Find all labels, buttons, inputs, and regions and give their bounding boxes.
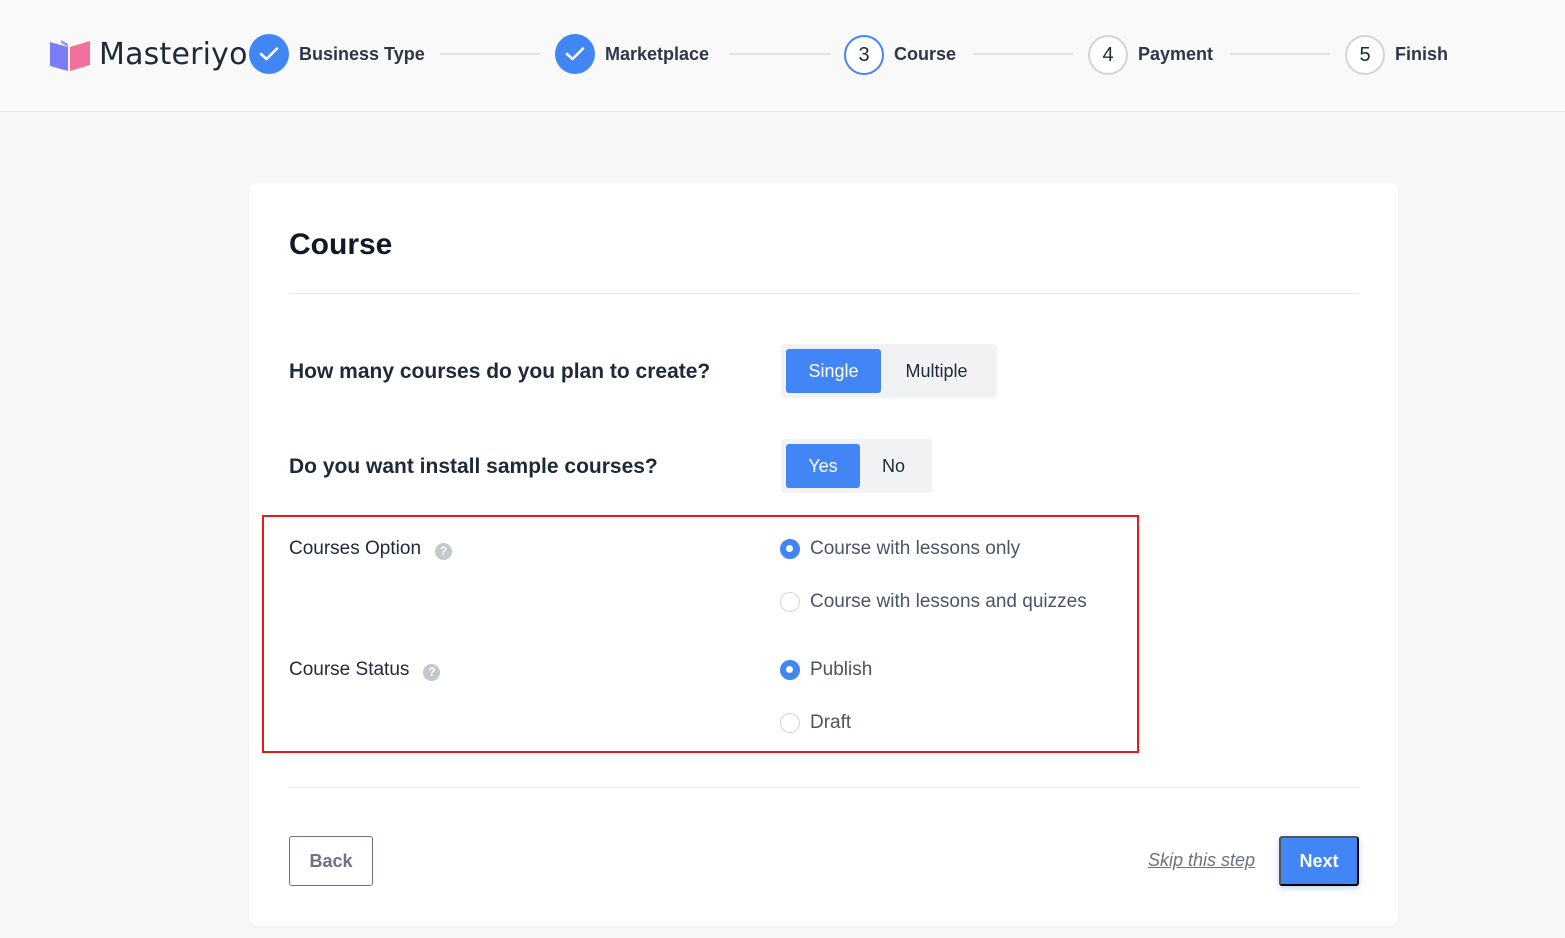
single-option-button[interactable]: Single (786, 349, 881, 393)
course-count-toggle: Single Multiple (781, 344, 997, 398)
step-3-label: Course (894, 44, 957, 64)
step-connector (973, 53, 1073, 55)
step-2-check-icon (555, 34, 595, 74)
brand-logo[interactable]: Masteriyo (49, 37, 248, 72)
brand-name: Masteriyo (99, 37, 248, 72)
divider (289, 293, 1359, 294)
divider (289, 787, 1359, 788)
page-title: Course (289, 228, 393, 261)
step-3-number: 3 (844, 35, 884, 75)
step-connector (730, 53, 830, 55)
step-5-number: 5 (1345, 35, 1385, 75)
yes-option-button[interactable]: Yes (786, 444, 860, 488)
step-4-number: 4 (1088, 35, 1128, 75)
step-2-label: Marketplace (605, 44, 710, 64)
highlight-box (262, 515, 1139, 753)
setup-wizard-header: Masteriyo Business Type Marketplace 3 Co… (0, 0, 1565, 112)
step-connector (440, 53, 540, 55)
step-5-label: Finish (1395, 44, 1448, 64)
step-4-label: Payment (1138, 44, 1214, 64)
next-button[interactable]: Next (1279, 836, 1359, 886)
skip-step-link[interactable]: Skip this step (1148, 850, 1255, 871)
course-count-question: How many courses do you plan to create? (289, 360, 711, 383)
sample-courses-toggle: Yes No (781, 439, 932, 493)
sample-courses-question: Do you want install sample courses? (289, 455, 658, 478)
step-1-label: Business Type (299, 44, 425, 64)
step-1-check-icon (249, 34, 289, 74)
back-button[interactable]: Back (289, 836, 373, 886)
no-option-button[interactable]: No (860, 444, 927, 488)
book-logo-icon (49, 38, 91, 72)
step-connector (1230, 53, 1330, 55)
multiple-option-button[interactable]: Multiple (881, 349, 992, 393)
